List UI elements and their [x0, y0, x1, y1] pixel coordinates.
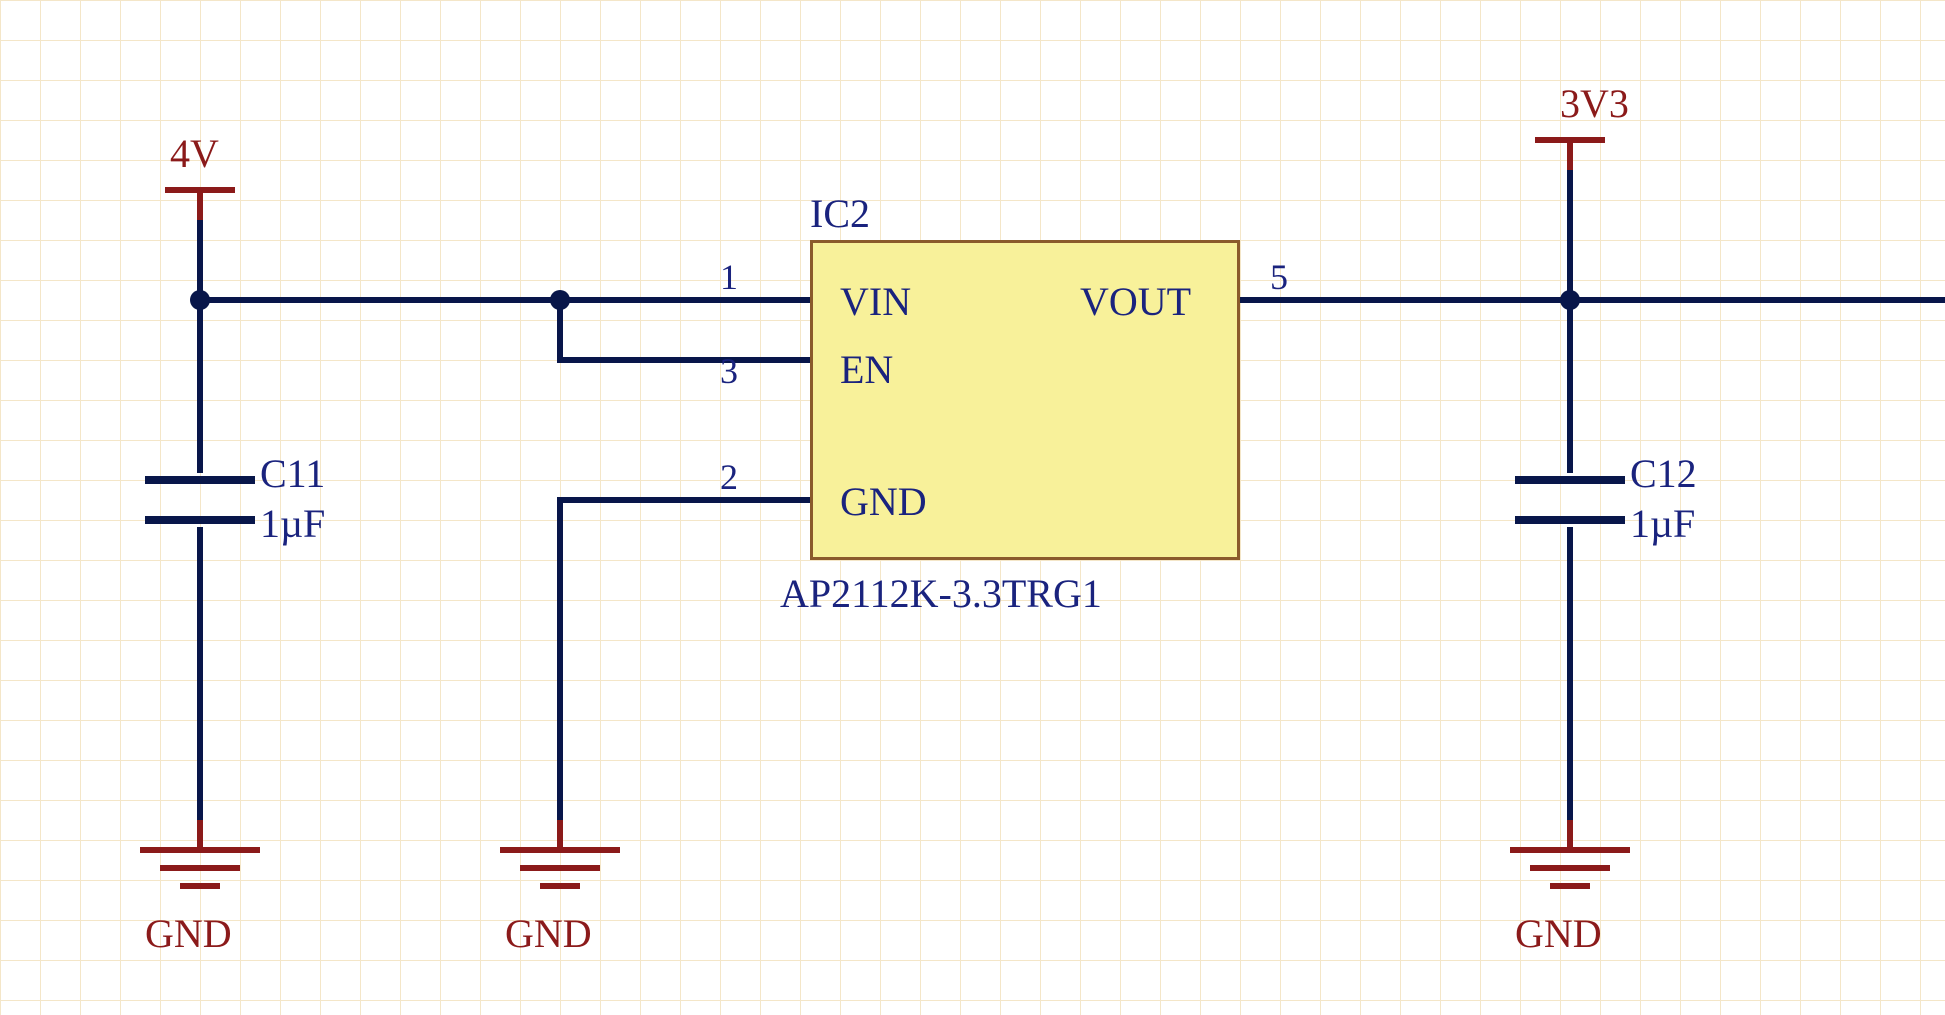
ic-pin-name-vout: VOUT	[1080, 278, 1191, 325]
c11-value: 1µF	[260, 500, 325, 547]
gnd-label-3: GND	[1515, 910, 1602, 957]
gnd-label-1: GND	[145, 910, 232, 957]
gnd-symbol-1	[140, 820, 260, 886]
capacitor-c11	[145, 480, 255, 520]
ic-designator: IC2	[810, 190, 870, 237]
c12-ref: C12	[1630, 450, 1697, 497]
gnd-symbol-2	[500, 820, 620, 886]
c12-value: 1µF	[1630, 500, 1695, 547]
power-bar-3v3	[1535, 140, 1605, 170]
ic-pin-name-en: EN	[840, 346, 893, 393]
c11-ref: C11	[260, 450, 325, 497]
ic-pin-num-1: 1	[720, 256, 738, 298]
ic-pin-name-vin: VIN	[840, 278, 911, 325]
ic-pin-num-3: 3	[720, 350, 738, 392]
ic-pin-name-gnd: GND	[840, 478, 927, 525]
gnd-symbol-3	[1510, 820, 1630, 886]
power-label-4v: 4V	[170, 130, 219, 177]
power-label-3v3: 3V3	[1560, 80, 1629, 127]
capacitor-c12	[1515, 480, 1625, 520]
ic-pin-num-2: 2	[720, 456, 738, 498]
schematic-canvas: IC2 AP2112K-3.3TRG1 VIN EN GND VOUT 1 3 2 5 4V 3V3 G…	[0, 0, 1945, 1015]
ic-partnumber: AP2112K-3.3TRG1	[780, 570, 1102, 617]
power-bar-4v	[165, 190, 235, 220]
ic-pin-num-5: 5	[1270, 256, 1288, 298]
gnd-label-2: GND	[505, 910, 592, 957]
